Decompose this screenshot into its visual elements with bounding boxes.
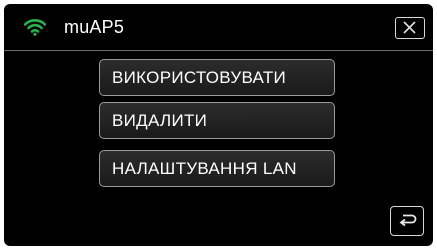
delete-network-button[interactable]: ВИДАЛИТИ bbox=[99, 102, 335, 139]
network-name-title: muAP5 bbox=[64, 17, 125, 37]
wifi-network-screen: muAP5 ВИКОРИСТОВУВАТИ ВИДАЛИТИ НАЛАШТУВА… bbox=[4, 4, 433, 246]
header-bar: muAP5 bbox=[4, 4, 433, 50]
close-button[interactable] bbox=[395, 17, 425, 39]
wifi-signal-icon bbox=[23, 18, 47, 36]
back-button[interactable] bbox=[390, 206, 424, 236]
use-network-button[interactable]: ВИКОРИСТОВУВАТИ bbox=[99, 59, 335, 96]
header-divider bbox=[4, 50, 433, 51]
lan-settings-button[interactable]: НАЛАШТУВАННЯ LAN bbox=[99, 150, 335, 187]
